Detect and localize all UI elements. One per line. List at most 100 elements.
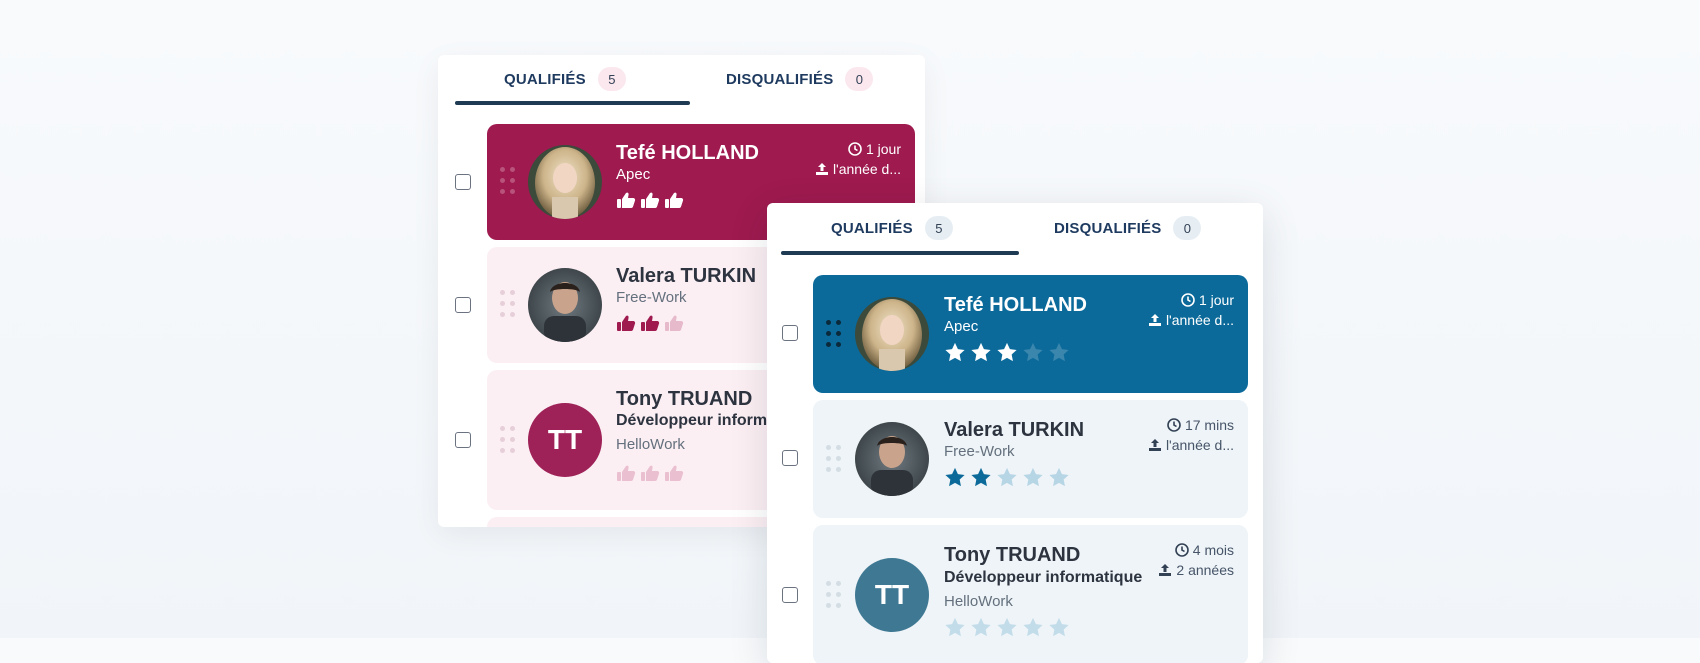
star-icon[interactable] [970,467,992,488]
star-icon[interactable] [1048,342,1070,363]
thumbs-up-icon[interactable] [664,314,684,332]
star-icon[interactable] [1022,617,1044,638]
tab-qualifies[interactable]: QUALIFIÉS 5 [831,216,953,240]
drag-handle-icon[interactable] [826,320,844,348]
select-checkbox[interactable] [782,450,798,466]
candidate-name: Valera TURKIN [944,419,1085,441]
avatar [528,145,602,219]
tabs-bar: QUALIFIÉS 5 DISQUALIFIÉS 0 [767,203,1263,255]
thumbs-rating[interactable] [616,464,684,482]
thumbs-up-icon[interactable] [640,464,660,482]
elapsed-time: 17 mins [1184,417,1234,433]
tab-label: DISQUALIFIÉS [1054,219,1162,237]
time-meta: 1 jour [1181,292,1234,308]
candidate-card[interactable]: Valera TURKIN Free-Work 17 mins l'année … [813,400,1248,518]
elapsed-time: 1 jour [1198,292,1234,308]
select-checkbox[interactable] [455,297,471,313]
star-icon[interactable] [1022,467,1044,488]
star-icon[interactable] [944,617,966,638]
stars-rating[interactable] [944,617,1070,638]
drag-handle-icon[interactable] [500,290,518,318]
tab-disqualifies[interactable]: DISQUALIFIÉS 0 [1054,216,1202,240]
tab-disqualifies[interactable]: DISQUALIFIÉS 0 [726,67,874,91]
thumbs-up-icon[interactable] [616,314,636,332]
thumbs-up-icon[interactable] [616,191,636,209]
tab-qualifies[interactable]: QUALIFIÉS 5 [504,67,626,91]
candidate-source: HelloWork [616,436,685,453]
experience-label: l'année d... [832,161,901,177]
tab-count-badge: 5 [924,216,953,240]
tab-count-badge: 0 [1173,216,1202,240]
clock-icon [848,142,862,156]
star-icon[interactable] [944,342,966,363]
elapsed-time: 4 mois [1192,542,1234,558]
tab-count-badge: 0 [845,67,874,91]
active-tab-indicator [781,251,1019,255]
time-meta: 17 mins [1167,417,1234,433]
thumbs-up-icon[interactable] [640,314,660,332]
experience-meta: l'année d... [1148,312,1234,328]
thumbs-up-icon[interactable] [640,191,660,209]
avatar-initials: TT [528,403,602,477]
thumbs-up-icon[interactable] [664,191,684,209]
avatar [528,268,602,342]
star-icon[interactable] [970,342,992,363]
time-meta: 1 jour [848,141,901,157]
experience-meta: 2 années [1158,562,1234,578]
tab-count-badge: 5 [597,67,626,91]
upload-icon [1148,314,1161,326]
avatar [855,297,929,371]
clock-icon [1181,293,1195,307]
select-checkbox[interactable] [455,432,471,448]
star-icon[interactable] [1022,342,1044,363]
stars-rating[interactable] [944,342,1070,363]
drag-handle-icon[interactable] [826,445,844,473]
upload-icon [1159,564,1172,576]
star-icon[interactable] [996,617,1018,638]
star-icon[interactable] [970,617,992,638]
star-icon[interactable] [1048,467,1070,488]
select-checkbox[interactable] [782,587,798,603]
upload-icon [1148,439,1161,451]
candidate-name: Valera TURKIN [616,265,757,287]
star-icon[interactable] [996,342,1018,363]
elapsed-time: 1 jour [865,141,901,157]
experience-label: 2 années [1176,562,1234,578]
avatar-initials: TT [855,558,929,632]
stars-rating[interactable] [944,467,1070,488]
candidate-card[interactable]: TT Tony TRUAND Développeur informatique … [813,525,1248,663]
tab-label: QUALIFIÉS [504,70,586,88]
select-checkbox[interactable] [455,174,471,190]
star-icon[interactable] [996,467,1018,488]
star-icon[interactable] [944,467,966,488]
thumbs-up-icon[interactable] [664,464,684,482]
tab-label: QUALIFIÉS [831,219,913,237]
star-icon[interactable] [1048,617,1070,638]
tabs-bar: QUALIFIÉS 5 DISQUALIFIÉS 0 [438,55,925,107]
thumbs-rating[interactable] [616,314,684,332]
drag-handle-icon[interactable] [500,426,518,454]
active-tab-indicator [455,101,690,105]
candidate-job-title: Développeur informatique [944,569,1143,586]
candidate-name: Tony TRUAND [616,388,753,410]
avatar [855,422,929,496]
candidates-panel-stars: QUALIFIÉS 5 DISQUALIFIÉS 0 Tefé HOLLAND … [767,203,1263,663]
clock-icon [1174,543,1189,557]
drag-handle-icon[interactable] [826,581,844,609]
select-checkbox[interactable] [782,325,798,341]
tab-label: DISQUALIFIÉS [726,70,834,88]
upload-icon [815,163,828,175]
thumbs-up-icon[interactable] [616,464,636,482]
candidate-source: HelloWork [944,593,1013,610]
candidate-name: Tony TRUAND [944,544,1081,566]
candidate-name: Tefé HOLLAND [616,142,759,164]
candidate-source: Free-Work [616,289,687,306]
candidate-job-title: Développeur inform [616,412,768,429]
time-meta: 4 mois [1174,542,1234,558]
candidate-card-selected[interactable]: Tefé HOLLAND Apec 1 jour l'année d... [813,275,1248,393]
thumbs-rating[interactable] [616,191,684,209]
drag-handle-icon[interactable] [500,167,518,195]
candidate-source: Free-Work [944,443,1015,460]
candidate-source: Apec [616,166,651,183]
experience-meta: l'année d... [1148,437,1234,453]
